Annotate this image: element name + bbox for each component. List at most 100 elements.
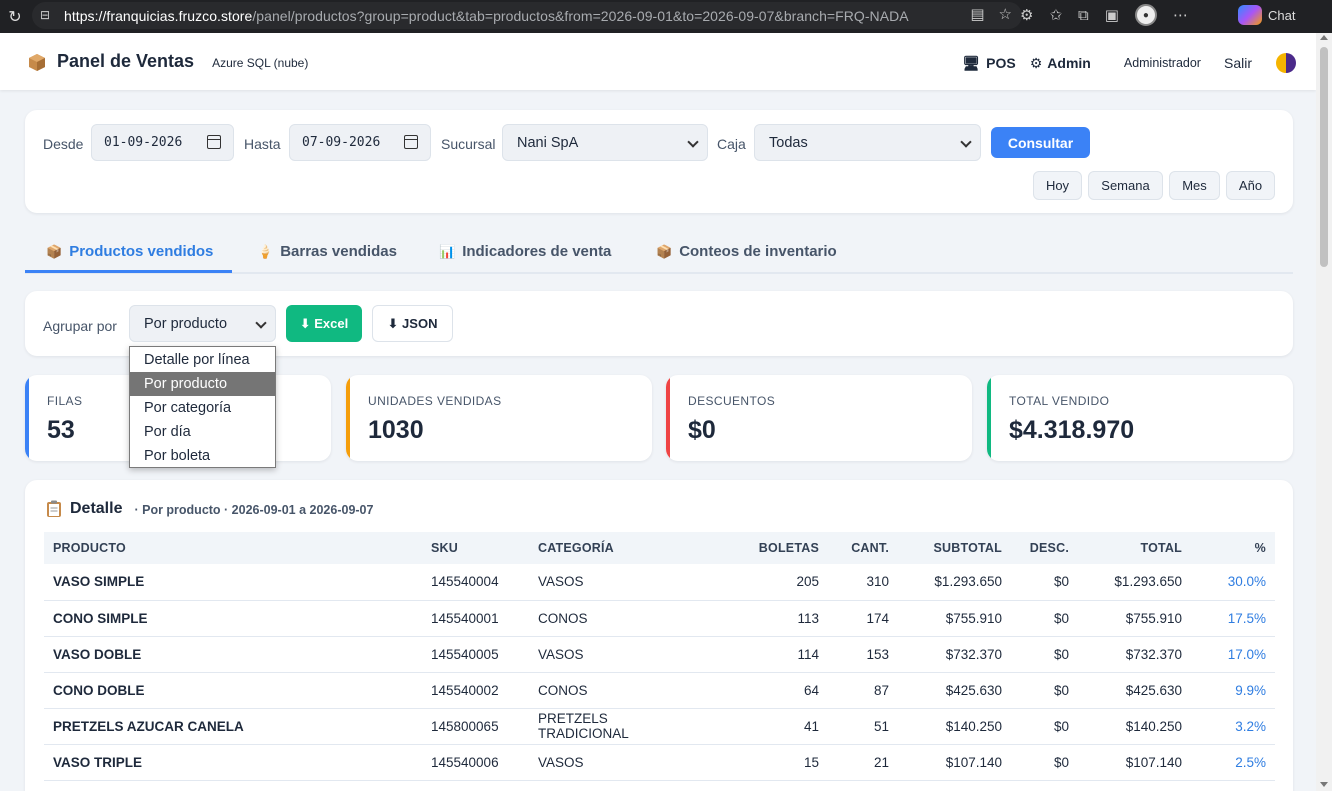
stat-unidades-vendidas: UNIDADES VENDIDAS 1030 bbox=[346, 375, 652, 461]
app-title: Panel de Ventas bbox=[57, 51, 195, 71]
agrupar-select[interactable]: Por producto bbox=[129, 305, 276, 342]
package-icon: 📦 bbox=[656, 244, 673, 259]
detail-subtitle: · Por producto · 2026-09-01 a 2026-09-07 bbox=[134, 503, 374, 517]
active-tab-indicator bbox=[25, 270, 232, 273]
table-row: VASO DOBLE 145540005 VASOS 114 153 $732.… bbox=[44, 636, 1275, 673]
tab-indicadores-de-venta[interactable]: 📊 Indicadores de venta bbox=[439, 243, 611, 274]
bar-chart-icon: 📊 bbox=[439, 244, 456, 259]
reload-icon[interactable]: ↻ bbox=[0, 2, 30, 32]
favorite-star-icon[interactable]: ☆ bbox=[999, 5, 1012, 23]
copilot-chat-button[interactable]: Chat bbox=[1238, 3, 1295, 27]
pos-link[interactable]: 🖥 POS bbox=[962, 55, 1015, 72]
user-name: Administrador bbox=[1123, 56, 1201, 70]
app-header: Panel de Ventas Azure SQL (nube) 🖥 POS ⚙… bbox=[0, 33, 1316, 90]
browser-toolbar: ↻ ⊟ https://franquicias.fruzco.store/pan… bbox=[0, 0, 1332, 33]
quick-ano-button[interactable]: Año bbox=[1226, 171, 1275, 200]
detail-title: Detalle bbox=[70, 500, 123, 517]
logout-link[interactable]: Salir bbox=[1224, 55, 1252, 71]
ice-cream-icon: 🍦 bbox=[257, 244, 274, 259]
hasta-label: Hasta bbox=[244, 136, 281, 152]
brand: Panel de Ventas Azure SQL (nube) bbox=[27, 51, 308, 72]
option-por-producto[interactable]: Por producto bbox=[130, 372, 275, 396]
more-menu-icon[interactable]: ⋯ bbox=[1173, 6, 1188, 24]
scrollbar-thumb[interactable] bbox=[1320, 47, 1328, 267]
tab-conteos-de-inventario[interactable]: 📦 Conteos de inventario bbox=[656, 243, 837, 274]
calendar-icon[interactable] bbox=[207, 135, 221, 149]
col-porcentaje[interactable]: % bbox=[1191, 532, 1275, 564]
db-label: Azure SQL (nube) bbox=[212, 56, 309, 70]
stat-accent bbox=[346, 375, 350, 461]
calendar-icon[interactable] bbox=[404, 135, 418, 149]
stat-accent bbox=[987, 375, 991, 461]
option-por-dia[interactable]: Por día bbox=[130, 420, 275, 444]
stat-accent bbox=[25, 375, 29, 461]
scroll-down-icon[interactable] bbox=[1320, 782, 1328, 787]
quick-hoy-button[interactable]: Hoy bbox=[1033, 171, 1082, 200]
table-row: VASO TRIPLE 145540006 VASOS 15 21 $107.1… bbox=[44, 744, 1275, 781]
package-icon: 📦 bbox=[46, 244, 63, 259]
stat-total-vendido: TOTAL VENDIDO $4.318.970 bbox=[987, 375, 1293, 461]
tab-barras-vendidas[interactable]: 🍦 Barras vendidas bbox=[257, 243, 397, 274]
package-icon bbox=[29, 53, 45, 71]
col-total[interactable]: TOTAL bbox=[1078, 532, 1191, 564]
col-sku[interactable]: SKU bbox=[422, 532, 529, 564]
favorites-icon[interactable]: ✩ bbox=[1049, 6, 1062, 24]
split-screen-icon[interactable]: ▣ bbox=[1105, 6, 1119, 24]
admin-link[interactable]: ⚙ Admin bbox=[1030, 55, 1091, 72]
col-producto[interactable]: PRODUCTO bbox=[44, 532, 422, 564]
col-cantidad[interactable]: CANT. bbox=[828, 532, 898, 564]
reader-mode-icon[interactable]: ▤ bbox=[970, 5, 984, 23]
col-categoria[interactable]: CATEGORÍA bbox=[529, 532, 694, 564]
collections-icon[interactable]: ⧉ bbox=[1078, 7, 1089, 24]
table-row: PRETZELS AZUCAR CANELA 145800065 PRETZEL… bbox=[44, 708, 1275, 745]
detail-header: Detalle · Por producto · 2026-09-01 a 20… bbox=[46, 500, 373, 518]
export-json-button[interactable]: ⬇ JSON bbox=[372, 305, 453, 342]
chevron-down-icon bbox=[960, 136, 972, 148]
quick-mes-button[interactable]: Mes bbox=[1169, 171, 1220, 200]
profile-avatar[interactable]: ● bbox=[1134, 4, 1157, 26]
sucursal-label: Sucursal bbox=[441, 136, 496, 152]
option-detalle-por-linea[interactable]: Detalle por línea bbox=[130, 348, 275, 372]
detail-card: Detalle · Por producto · 2026-09-01 a 20… bbox=[25, 480, 1293, 791]
clipboard-icon bbox=[47, 500, 61, 517]
quick-semana-button[interactable]: Semana bbox=[1088, 171, 1163, 200]
app-page: Panel de Ventas Azure SQL (nube) 🖥 POS ⚙… bbox=[0, 33, 1316, 791]
stat-accent bbox=[666, 375, 670, 461]
address-bar[interactable]: ⊟ https://franquicias.fruzco.store/panel… bbox=[32, 2, 1022, 29]
option-por-categoria[interactable]: Por categoría bbox=[130, 396, 275, 420]
chevron-down-icon bbox=[687, 136, 699, 148]
monitor-icon: 🖥 bbox=[962, 54, 981, 71]
agrupar-label: Agrupar por bbox=[43, 318, 117, 334]
chevron-down-icon bbox=[255, 317, 267, 329]
export-excel-button[interactable]: ⬇ Excel bbox=[286, 305, 362, 342]
site-info-icon[interactable]: ⊟ bbox=[40, 8, 56, 24]
browser-extensions: ⚙ ✩ ⧉ ▣ ● ⋯ bbox=[1020, 0, 1188, 30]
caja-label: Caja bbox=[717, 136, 746, 152]
col-subtotal[interactable]: SUBTOTAL bbox=[898, 532, 1011, 564]
tab-bar: 📦 Productos vendidos 🍦 Barras vendidas 📊… bbox=[25, 231, 1293, 274]
desde-date-input[interactable]: 01-09-2026 bbox=[91, 124, 234, 161]
url-text[interactable]: https://franquicias.fruzco.store/panel/p… bbox=[64, 8, 909, 24]
table-row: CONO SIMPLE 145540001 CONOS 113 174 $755… bbox=[44, 600, 1275, 637]
option-por-boleta[interactable]: Por boleta bbox=[130, 444, 275, 468]
table-row: VASO SIMPLE 145540004 VASOS 205 310 $1.2… bbox=[44, 564, 1275, 601]
top-nav: 🖥 POS ⚙ Admin Administrador Salir bbox=[962, 53, 1296, 73]
theme-toggle-icon[interactable] bbox=[1276, 53, 1296, 73]
scroll-up-icon[interactable] bbox=[1320, 35, 1328, 40]
col-boletas[interactable]: BOLETAS bbox=[694, 532, 828, 564]
sucursal-select[interactable]: Nani SpA bbox=[502, 124, 708, 161]
desde-label: Desde bbox=[43, 136, 84, 152]
table-header-row: PRODUCTO SKU CATEGORÍA BOLETAS CANT. SUB… bbox=[44, 532, 1275, 564]
consultar-button[interactable]: Consultar bbox=[991, 127, 1090, 158]
agrupar-dropdown-list: Detalle por línea Por producto Por categ… bbox=[129, 346, 276, 468]
hasta-date-input[interactable]: 07-09-2026 bbox=[289, 124, 431, 161]
caja-select[interactable]: Todas bbox=[754, 124, 981, 161]
page-scrollbar[interactable] bbox=[1316, 33, 1332, 791]
detail-table: PRODUCTO SKU CATEGORÍA BOLETAS CANT. SUB… bbox=[44, 532, 1275, 781]
gear-icon: ⚙ bbox=[1029, 54, 1043, 71]
filters-card: Desde 01-09-2026 Hasta 07-09-2026 Sucurs… bbox=[25, 110, 1293, 213]
col-descuento[interactable]: DESC. bbox=[1011, 532, 1078, 564]
extensions-icon[interactable]: ⚙ bbox=[1020, 6, 1033, 24]
copilot-logo-icon bbox=[1238, 5, 1262, 25]
table-row: CONO DOBLE 145540002 CONOS 64 87 $425.63… bbox=[44, 672, 1275, 709]
